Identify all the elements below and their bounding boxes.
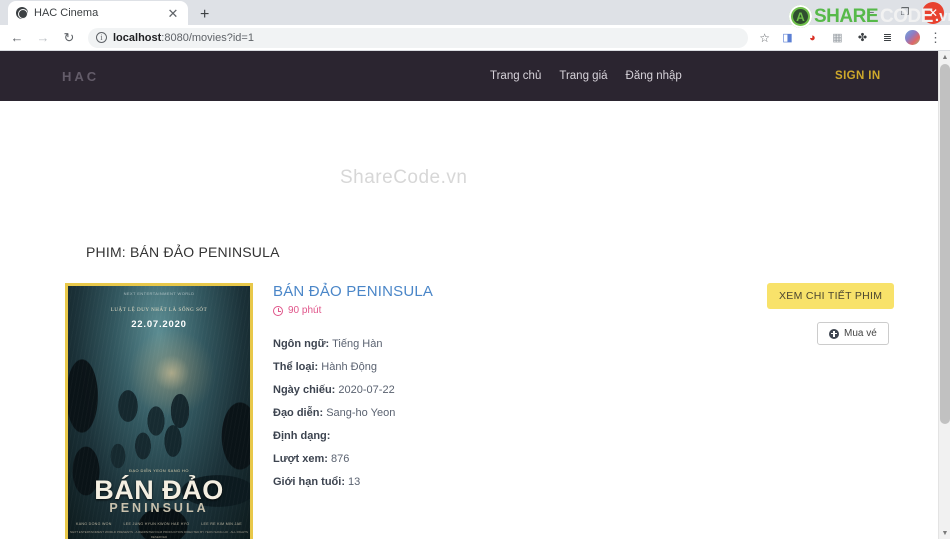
- poster-studio-text: NEXT ENTERTAINMENT WORLD: [123, 291, 195, 296]
- window-controls: – ❐ ✕: [854, 0, 950, 25]
- nav-item-pricing[interactable]: Trang giá: [559, 70, 607, 82]
- globe-icon: [16, 7, 28, 19]
- scroll-down-arrow-icon[interactable]: ▼: [939, 527, 950, 539]
- nav-item-home[interactable]: Trang chủ: [490, 70, 541, 82]
- maximize-button[interactable]: ❐: [888, 0, 922, 25]
- reading-list-icon[interactable]: ◨: [779, 29, 796, 46]
- chrome-menu-icon[interactable]: ⋮: [927, 30, 944, 46]
- url-host: localhost: [113, 31, 162, 44]
- movie-field-language: Ngôn ngữ: Tiếng Hàn: [273, 338, 673, 350]
- url-path: :8080/movies?id=1: [161, 31, 254, 44]
- poster-fine-print: NEXT ENTERTAINMENT WORLD PRESENTS · A RE…: [70, 530, 248, 539]
- buy-ticket-label: Mua vé: [844, 328, 877, 339]
- plus-circle-icon: [829, 328, 839, 339]
- nav-item-login[interactable]: Đăng nhập: [626, 70, 682, 82]
- address-bar[interactable]: i localhost:8080/movies?id=1: [88, 27, 749, 48]
- tab-strip: HAC Cinema ✕ + – ❐ ✕: [0, 0, 950, 25]
- view-movie-detail-button[interactable]: XEM CHI TIẾT PHIM: [767, 283, 895, 309]
- movie-field-director: Đạo diễn: Sang-ho Yeon: [273, 407, 673, 419]
- page-scrollbar[interactable]: ▲ ▼: [938, 51, 950, 539]
- poster-credit-text: ĐẠO DIỄN YEON SANG HO: [129, 468, 189, 473]
- watermark-top-text: ShareCode.vn: [340, 167, 468, 188]
- back-icon[interactable]: ←: [6, 27, 28, 49]
- movie-duration-text: 90 phút: [288, 305, 322, 316]
- field-label: Ngôn ngữ:: [273, 338, 330, 350]
- bookmark-star-icon[interactable]: ☆: [759, 31, 770, 45]
- browser-toolbar: ← → ↻ i localhost:8080/movies?id=1 ☆ ◨ ◕…: [0, 25, 950, 51]
- movie-field-views: Lượt xem: 876: [273, 453, 673, 465]
- field-value: 13: [348, 476, 361, 488]
- close-window-button[interactable]: ✕: [922, 1, 944, 24]
- poster-cast-right: LEE RE KIM MIN JAE: [201, 522, 242, 526]
- scrollbar-thumb[interactable]: [940, 64, 950, 424]
- tab-title: HAC Cinema: [34, 7, 99, 19]
- field-value: 876: [330, 453, 350, 465]
- movie-title[interactable]: BÁN ĐẢO PENINSULA: [273, 283, 673, 300]
- new-tab-button[interactable]: +: [200, 7, 209, 25]
- field-label: Định dạng:: [273, 430, 331, 442]
- site-header: HAC Trang chủ Trang giá Đăng nhập SIGN I…: [0, 51, 938, 101]
- close-icon[interactable]: ✕: [166, 7, 180, 20]
- screenshot-icon[interactable]: ▦: [829, 29, 846, 46]
- movie-meta-list: Ngôn ngữ: Tiếng Hàn Thể loại: Hành Động …: [273, 338, 673, 488]
- page-viewport: HAC Trang chủ Trang giá Đăng nhập SIGN I…: [0, 51, 950, 539]
- poster-release-date: 22.07.2020: [131, 319, 187, 330]
- clock-icon: [273, 305, 283, 316]
- field-label: Thể loại:: [273, 361, 319, 373]
- browser-tab[interactable]: HAC Cinema ✕: [8, 1, 188, 25]
- profile-avatar[interactable]: [904, 29, 921, 46]
- movie-poster[interactable]: NEXT ENTERTAINMENT WORLD LUẬT LỆ DUY NHẤ…: [65, 283, 253, 539]
- movie-field-age-limit: Giới hạn tuổi: 13: [273, 476, 673, 488]
- forward-icon[interactable]: →: [32, 27, 54, 49]
- adblock-icon[interactable]: ◕: [804, 29, 821, 46]
- url-text: localhost:8080/movies?id=1: [113, 32, 254, 44]
- minimize-button[interactable]: –: [854, 0, 888, 25]
- scroll-up-arrow-icon[interactable]: ▲: [939, 51, 950, 63]
- sign-in-link[interactable]: SIGN IN: [835, 51, 881, 101]
- field-label: Giới hạn tuổi:: [273, 476, 345, 488]
- site-info-icon[interactable]: i: [96, 32, 107, 43]
- poster-subtitle: PENINSULA: [109, 501, 209, 515]
- field-value: Hành Động: [321, 361, 377, 373]
- main-navigation: Trang chủ Trang giá Đăng nhập: [490, 51, 682, 101]
- movie-field-release-date: Ngày chiếu: 2020-07-22: [273, 384, 673, 396]
- browser-window: HAC Cinema ✕ + – ❐ ✕ ← → ↻ i localhost:8…: [0, 0, 950, 539]
- extensions-puzzle-icon[interactable]: ✤: [854, 29, 871, 46]
- poster-cast-row: KANG DONG WON LEE JUNG HYUN KWON HAE HYO…: [76, 522, 242, 526]
- poster-cast-left: KANG DONG WON: [76, 522, 112, 526]
- movie-duration: 90 phút: [273, 305, 673, 316]
- reload-icon[interactable]: ↻: [58, 27, 80, 49]
- movie-details: BÁN ĐẢO PENINSULA 90 phút Ngôn ngữ: Tiến…: [273, 283, 673, 499]
- playlist-icon[interactable]: ≣: [879, 29, 896, 46]
- poster-cast-center: LEE JUNG HYUN KWON HAE HYO: [123, 522, 190, 526]
- field-value: Sang-ho Yeon: [326, 407, 396, 419]
- poster-tagline: LUẬT LỆ DUY NHẤT LÀ SỐNG SÓT: [110, 308, 208, 313]
- field-label: Đạo diễn:: [273, 407, 324, 419]
- movie-field-genre: Thể loại: Hành Động: [273, 361, 673, 373]
- field-value: 2020-07-22: [338, 384, 395, 396]
- page-title: PHIM: BÁN ĐẢO PENINSULA: [86, 244, 280, 260]
- field-label: Ngày chiếu:: [273, 384, 336, 396]
- field-value: Tiếng Hàn: [332, 338, 383, 350]
- movie-field-format: Định dạng:: [273, 430, 673, 442]
- site-logo[interactable]: HAC: [62, 69, 99, 84]
- field-label: Lượt xem:: [273, 453, 328, 465]
- buy-ticket-button[interactable]: Mua vé: [817, 322, 889, 345]
